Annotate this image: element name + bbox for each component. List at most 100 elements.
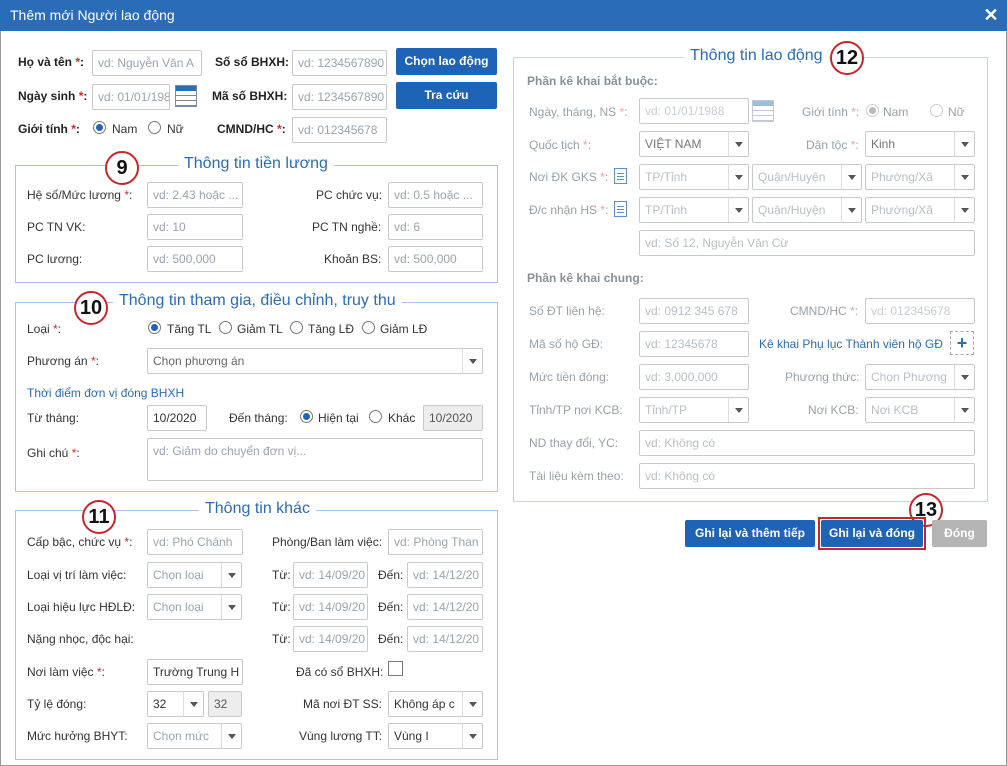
noi-dk-tinh-select: TP/Tỉnh [639, 164, 749, 190]
cmnd-input[interactable]: vd: 012345678 [292, 117, 387, 143]
muc-tien-input: vd: 3,000,000 [639, 364, 749, 390]
ghi-chu-textarea[interactable]: vd: Giảm do chuyển đơn vị... [147, 438, 483, 481]
phong-ban-input[interactable]: vd: Phòng Than [388, 529, 483, 555]
noi-lam-viec-input[interactable]: Trường Trung H [147, 659, 243, 685]
hien-tai-radio[interactable] [300, 410, 313, 423]
cap-bac-input[interactable]: vd: Phó Chánh [147, 529, 243, 555]
tang-ld-label: Tăng LĐ [308, 322, 355, 336]
chevron-down-icon [954, 165, 974, 189]
ke-khai-link[interactable]: Kê khai Phụ lục Thành viên hộ GĐ [759, 337, 943, 351]
ma-so-input[interactable]: vd: 1234567890 [292, 84, 387, 110]
pc-chuc-vu-input[interactable]: vd: 0.5 hoặc ... [388, 182, 483, 208]
tu-input-1[interactable]: vd: 14/09/20 [293, 562, 368, 588]
phuong-an-label: Phương án *: [27, 354, 99, 368]
add-icon[interactable]: + [950, 331, 974, 355]
so-so-input[interactable]: vd: 1234567890 [292, 50, 387, 76]
ngay-sinh-label: Ngày sinh *: [18, 89, 88, 103]
phuong-an-select[interactable]: Chọn phương án [147, 348, 483, 374]
dong-button[interactable]: Đóng [932, 520, 987, 547]
da-co-so-checkbox[interactable] [388, 661, 403, 676]
ghi-chu-label: Ghi chú *: [27, 446, 80, 460]
loai-vt-select[interactable]: Chọn loại [147, 562, 242, 588]
section-khac-title: Thông tin khác [199, 500, 316, 518]
loai-vt-label: Loại vị trí làm việc: [27, 568, 127, 582]
ghi-lai-them-button[interactable]: Ghi lại và thêm tiếp [685, 520, 815, 547]
pc-luong-label: PC lương: [27, 252, 83, 266]
nu-radio[interactable] [148, 121, 161, 134]
ho-ten-input[interactable]: vd: Nguyễn Văn A [92, 50, 202, 76]
muc-huong-select[interactable]: Chọn mức [147, 723, 242, 749]
vung-luong-select[interactable]: Vùng I [388, 723, 483, 749]
chung-label: Phần kê khai chung: [527, 271, 644, 285]
cmnd-12-label: CMND/HC *: [790, 304, 859, 318]
chevron-down-icon [954, 365, 974, 389]
tu-thang-input[interactable]: 10/2020 [147, 405, 207, 431]
ngay-ns-label: Ngày, tháng, NS *: [529, 105, 628, 119]
ngay-sinh-input[interactable]: vd: 01/01/1988 [92, 84, 170, 110]
tang-ld-radio[interactable] [290, 321, 303, 334]
den-label-2: Đến: [378, 600, 404, 614]
pc-tnvk-input[interactable]: vd: 10 [147, 214, 243, 240]
chevron-down-icon [221, 595, 241, 619]
ma-so-label: Mã số BHXH: [212, 89, 288, 103]
cap-bac-label: Cấp bậc, chức vụ *: [27, 535, 133, 549]
nam-radio[interactable] [93, 121, 106, 134]
noi-dk-label: Nơi ĐK GKS *: [529, 170, 609, 184]
nd-label: ND thay đổi, YC: [529, 436, 619, 450]
phong-ban-label: Phòng/Ban làm việc: [272, 535, 383, 549]
tai-lieu-label: Tài liệu kèm theo: [529, 469, 624, 483]
da-co-so-label: Đã có sổ BHXH: [296, 665, 384, 679]
phuong-thuc-label: Phương thức: [785, 370, 860, 384]
calendar-icon[interactable] [175, 85, 197, 107]
dia-chi-input: vd: Số 12, Nguyễn Văn Cừ [639, 230, 975, 256]
nu-12-label: Nữ [948, 105, 965, 119]
khac-radio[interactable] [369, 410, 382, 423]
tu-input-3[interactable]: vd: 14/09/20 [293, 626, 368, 652]
den-input-3[interactable]: vd: 14/12/20 [407, 626, 483, 652]
chon-lao-dong-button[interactable]: Chọn lao động [396, 48, 497, 75]
nu-label: Nữ [167, 122, 184, 136]
den-label-1: Đến: [378, 568, 404, 582]
noi-kcb-select: Nơi KCB [865, 397, 975, 423]
pc-luong-input[interactable]: vd: 500,000 [147, 246, 243, 272]
tu-input-2[interactable]: vd: 14/09/20 [293, 594, 368, 620]
hien-tai-label: Hiện tại [318, 411, 359, 425]
chevron-down-icon [954, 132, 974, 156]
den-input-1[interactable]: vd: 14/12/20 [407, 562, 483, 588]
giam-ld-radio[interactable] [362, 321, 375, 334]
he-so-input[interactable]: vd: 2.43 hoặc ... [147, 182, 243, 208]
dc-nhan-phuong-select: Phường/Xã [865, 197, 975, 223]
tang-tl-radio[interactable] [148, 321, 161, 334]
ngay-ns-input: vd: 01/01/1988 [639, 98, 749, 124]
close-icon[interactable]: ✕ [980, 4, 1002, 26]
section-lao-dong-title: Thông tin lao động [684, 47, 829, 65]
noi-dk-quan-select: Quận/Huyện [752, 164, 862, 190]
khoan-bs-input[interactable]: vd: 500,000 [388, 246, 483, 272]
dc-nhan-quan-select: Quận/Huyện [752, 197, 862, 223]
giam-tl-radio[interactable] [219, 321, 232, 334]
khac-label: Khác [388, 411, 416, 425]
quoc-tich-label: Quốc tịch *: [529, 138, 592, 152]
chevron-down-icon [728, 132, 748, 156]
pc-tnn-input[interactable]: vd: 6 [388, 214, 483, 240]
thoi-diem-label: Thời điểm đơn vị đóng BHXH [27, 386, 185, 400]
den-label-3: Đến: [378, 632, 404, 646]
loai-hl-select[interactable]: Chọn loại [147, 594, 242, 620]
tinh-kcb-label: Tỉnh/TP nơi KCB: [529, 403, 623, 417]
ty-le-select[interactable]: 32 [147, 691, 204, 717]
ma-noi-select[interactable]: Không áp c [388, 691, 483, 717]
giam-ld-label: Giảm LĐ [380, 322, 428, 336]
den-input-2[interactable]: vd: 14/12/20 [407, 594, 483, 620]
muc-tien-label: Mức tiền đóng: [529, 370, 610, 384]
nang-nhoc-label: Nặng nhọc, độc hại: [27, 632, 134, 646]
chevron-down-icon [841, 165, 861, 189]
tra-cuu-button[interactable]: Tra cứu [396, 82, 497, 109]
ghi-lai-dong-button[interactable]: Ghi lại và đóng [821, 520, 923, 547]
nam-label: Nam [112, 122, 138, 136]
tu-thang-label: Từ tháng: [27, 411, 80, 425]
ma-noi-label: Mã nơi ĐT SS: [303, 697, 383, 711]
chevron-down-icon [221, 724, 241, 748]
he-so-label: Hệ số/Mức lương *: [27, 188, 133, 202]
ty-le-readonly: 32 [208, 691, 242, 717]
phuong-thuc-select: Chọn Phương [865, 364, 975, 390]
